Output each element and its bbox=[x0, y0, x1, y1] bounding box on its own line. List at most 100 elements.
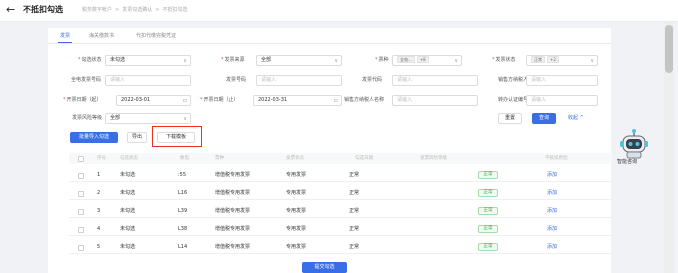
row-ticket-type: 增值税专用发票 bbox=[215, 226, 251, 232]
col-invoice-status: 发票状态 bbox=[286, 156, 304, 161]
row-checkbox[interactable] bbox=[78, 245, 84, 251]
ticket-type-more-tag: +8 bbox=[416, 56, 429, 63]
check-status-select[interactable]: 未勾选 ∨ bbox=[105, 55, 191, 66]
full-invoice-no-input[interactable]: 请输入 bbox=[105, 75, 191, 86]
chevron-down-icon: ∨ bbox=[454, 58, 458, 64]
row-number: L38 bbox=[178, 226, 188, 232]
seller-branch-input[interactable]: 请输入 bbox=[526, 95, 598, 106]
row-checkbox[interactable] bbox=[78, 173, 84, 179]
issue-date-to-label: *开票日期（止） bbox=[200, 97, 239, 103]
col-check-date: 勾选日期 bbox=[355, 156, 373, 161]
row-status: 未勾选 bbox=[120, 172, 136, 178]
row-status: 未勾选 bbox=[120, 226, 136, 232]
risk-badge: 正常 bbox=[478, 189, 498, 197]
risk-badge: 正常 bbox=[478, 225, 498, 233]
assistant-label[interactable]: 智能咨询 bbox=[617, 159, 637, 166]
ticket-type-tag: 全电... bbox=[397, 56, 415, 63]
invoice-status-tag: 正常 bbox=[531, 56, 545, 63]
row-number: L39 bbox=[178, 208, 188, 214]
row-kind: 专用发票 bbox=[286, 226, 307, 232]
issue-date-to-picker[interactable]: 2022-03-31 ▫ bbox=[253, 95, 342, 106]
submit-check-button[interactable]: 提交勾选 bbox=[302, 262, 347, 273]
table-header bbox=[69, 153, 612, 164]
breadcrumb-item[interactable]: 税务数字帐户 bbox=[82, 7, 112, 14]
risk-level-select[interactable]: 全部 ∨ bbox=[105, 113, 191, 124]
invoice-no-input[interactable]: 请输入 bbox=[256, 75, 342, 86]
tab-withholding-certificate[interactable]: 代扣代缴完税凭证 bbox=[136, 33, 176, 40]
seller-name-input[interactable]: 请输入 bbox=[392, 95, 478, 106]
invoice-code-input[interactable]: 请输入 bbox=[392, 75, 478, 86]
table-row bbox=[69, 218, 612, 236]
risk-level-label: 发票风险等级 bbox=[72, 115, 103, 121]
col-number: 数电 bbox=[180, 156, 189, 161]
row-state: 正常 bbox=[349, 226, 360, 232]
export-button[interactable]: 导出 bbox=[127, 132, 147, 143]
table-row bbox=[69, 200, 612, 218]
breadcrumb-separator: > bbox=[115, 7, 120, 13]
row-status: 未勾选 bbox=[120, 190, 136, 196]
row-index: 4 bbox=[97, 226, 101, 232]
tab-invoice[interactable]: 发票 bbox=[57, 33, 73, 43]
check-status-label: *勾选状态 bbox=[78, 57, 102, 63]
invoice-status-label: *发票状态 bbox=[492, 57, 516, 63]
risk-badge: 正常 bbox=[478, 243, 498, 251]
seller-branch-label: 转办认证编号 bbox=[498, 97, 529, 103]
row-state: 正常 bbox=[349, 244, 360, 250]
col-risk-level: 发票风险等级 bbox=[420, 156, 447, 161]
add-reason-link[interactable]: 添加 bbox=[547, 172, 557, 179]
page-title: 不抵扣勾选 bbox=[23, 5, 63, 14]
row-number: L14 bbox=[178, 244, 188, 250]
row-ticket-type: 增值税专用发票 bbox=[215, 208, 251, 214]
seller-name-label: 销售方纳税人名称 bbox=[344, 97, 385, 103]
query-button[interactable]: 查询 bbox=[532, 113, 556, 124]
reset-button[interactable]: 重置 bbox=[498, 113, 522, 124]
batch-import-button[interactable]: 批量导入勾选 bbox=[70, 132, 118, 143]
issue-date-from-picker[interactable]: 2022-03-01 ▫ bbox=[116, 95, 191, 106]
row-status: 未勾选 bbox=[120, 244, 136, 250]
risk-badge: 正常 bbox=[478, 207, 498, 215]
scrollbar-thumb[interactable] bbox=[665, 25, 673, 73]
row-kind: 专用发票 bbox=[286, 244, 307, 250]
row-checkbox[interactable] bbox=[78, 227, 84, 233]
row-ticket-type: 增值税专用发票 bbox=[215, 190, 251, 196]
select-all-checkbox[interactable] bbox=[78, 156, 84, 162]
row-state: 正常 bbox=[349, 172, 360, 178]
col-reason: 不抵扣原因 bbox=[545, 156, 568, 161]
col-ticket-type: 票种 bbox=[215, 156, 224, 161]
invoice-no-label: 发票号码 bbox=[226, 77, 247, 83]
ticket-type-select[interactable]: 全电... +8 ∨ bbox=[392, 55, 462, 66]
col-check-status: 勾选状态 bbox=[120, 156, 138, 161]
tab-bar: 发票 海关缴款书 代扣代缴完税凭证 bbox=[48, 28, 611, 44]
add-reason-link[interactable]: 添加 bbox=[547, 190, 557, 197]
calendar-icon: ▫ bbox=[333, 97, 338, 104]
full-invoice-no-label: 全电发票号码 bbox=[71, 77, 102, 83]
row-checkbox[interactable] bbox=[78, 209, 84, 215]
chevron-down-icon: ∨ bbox=[590, 58, 594, 64]
chevron-up-icon: ^ bbox=[579, 115, 584, 121]
chevron-down-icon: ∨ bbox=[183, 58, 187, 64]
row-kind: 专用发票 bbox=[286, 190, 307, 196]
row-index: 1 bbox=[97, 172, 101, 178]
row-number: :55 bbox=[178, 172, 187, 178]
add-reason-link[interactable]: 添加 bbox=[547, 226, 557, 233]
seller-tax-id-input[interactable]: 请输入 bbox=[526, 75, 598, 86]
row-index: 5 bbox=[97, 244, 101, 250]
calendar-icon: ▫ bbox=[182, 97, 187, 104]
invoice-source-label: *发票来源 bbox=[221, 57, 245, 63]
tab-customs-payment[interactable]: 海关缴款书 bbox=[89, 33, 114, 40]
invoice-status-select[interactable]: 正常 +2 ∨ bbox=[526, 55, 598, 66]
table-row bbox=[69, 164, 612, 182]
add-reason-link[interactable]: 添加 bbox=[547, 244, 557, 251]
row-state: 正常 bbox=[349, 208, 360, 214]
row-kind: 专用发票 bbox=[286, 172, 307, 178]
row-status: 未勾选 bbox=[120, 208, 136, 214]
back-arrow-icon[interactable]: ← bbox=[6, 3, 15, 17]
collapse-link[interactable]: 收起 ^ bbox=[568, 115, 584, 122]
breadcrumb-item[interactable]: 发票勾选确认 bbox=[122, 7, 152, 14]
add-reason-link[interactable]: 添加 bbox=[547, 208, 557, 215]
row-checkbox[interactable] bbox=[78, 191, 84, 197]
row-ticket-type: 增值税专用发票 bbox=[215, 172, 251, 178]
issue-date-from-label: *开票日期（起） bbox=[63, 97, 102, 103]
invoice-source-select[interactable]: 全部 ∨ bbox=[256, 55, 342, 66]
chevron-down-icon: ∨ bbox=[334, 58, 338, 64]
